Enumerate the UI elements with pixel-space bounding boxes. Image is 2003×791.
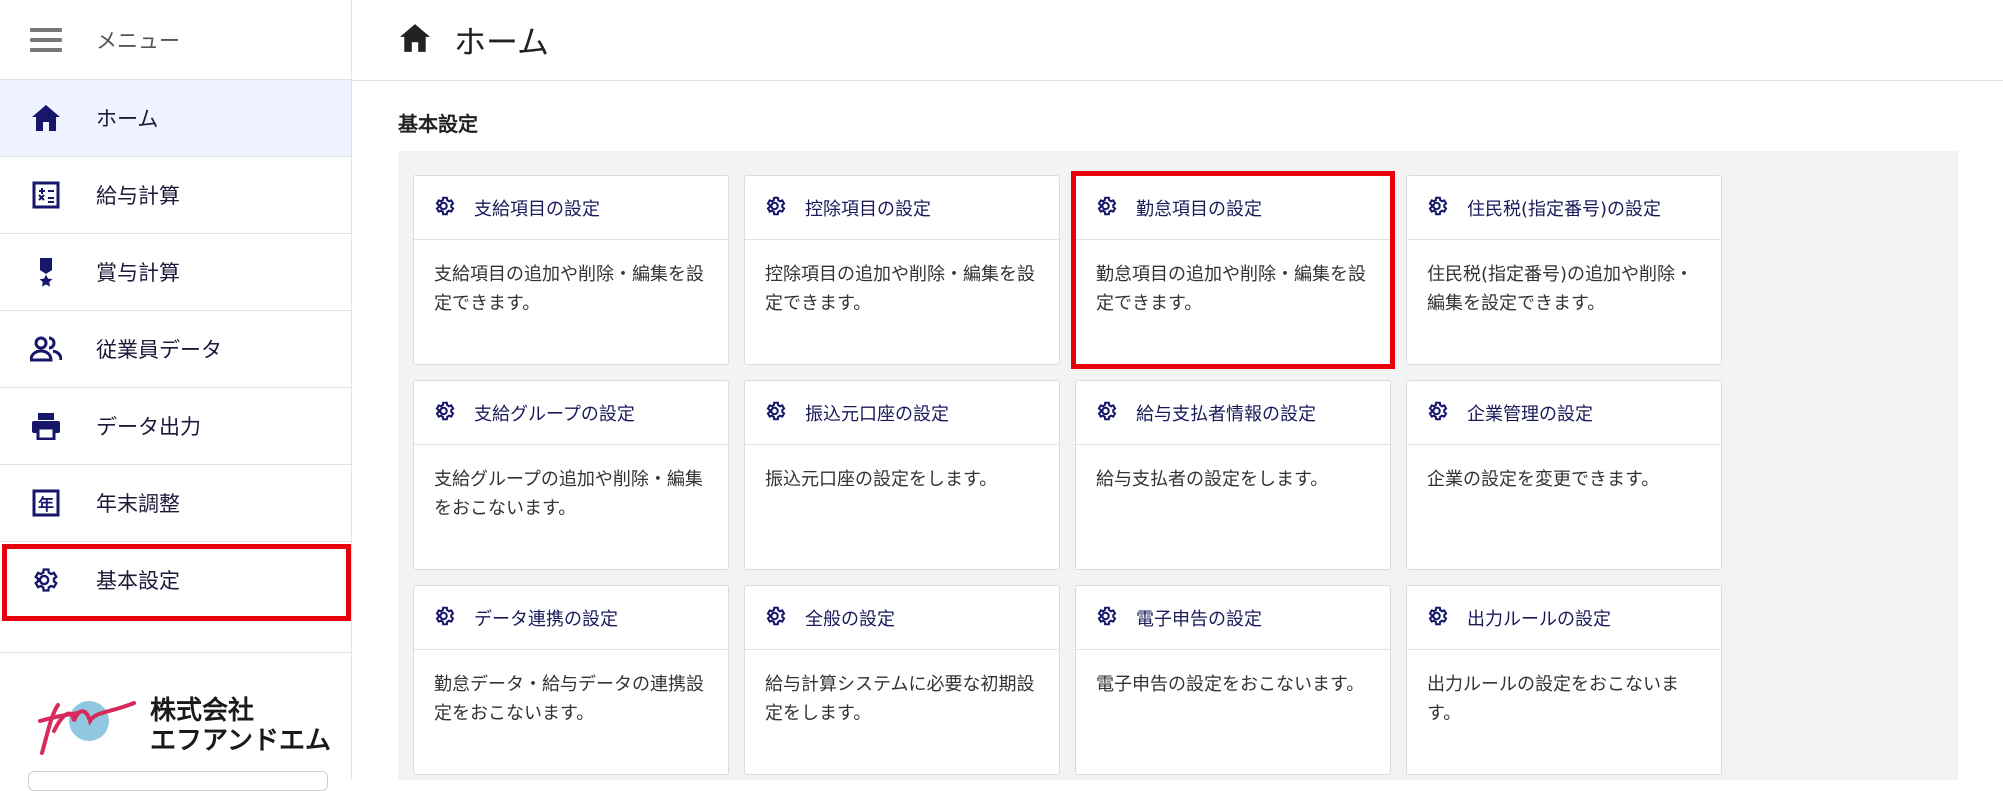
menu-toggle[interactable]: メニュー: [0, 0, 351, 80]
card-title: 支給項目の設定: [474, 198, 600, 220]
gear-icon: [765, 605, 787, 631]
medal-icon: [30, 256, 62, 288]
card-header: 振込元口座の設定: [745, 381, 1059, 445]
settings-card-resident-tax[interactable]: 住民税(指定番号)の設定住民税(指定番号)の追加や削除・編集を設定できます。: [1406, 175, 1722, 365]
settings-card-company-management[interactable]: 企業管理の設定企業の設定を変更できます。: [1406, 380, 1722, 570]
gear-icon: [1096, 195, 1118, 221]
settings-card-data-integration[interactable]: データ連携の設定勤怠データ・給与データの連携設定をおこないます。: [413, 585, 729, 775]
card-title: 出力ルールの設定: [1467, 608, 1611, 630]
company-name-line2: エフアンドエム: [150, 726, 331, 756]
settings-card-output-rule[interactable]: 出力ルールの設定出力ルールの設定をおこないます。: [1406, 585, 1722, 775]
home-icon: [398, 23, 432, 57]
sidebar-item-employees[interactable]: 従業員データ: [0, 311, 351, 388]
printer-icon: [30, 410, 62, 442]
card-title: 振込元口座の設定: [805, 403, 949, 425]
settings-card-attendance-items[interactable]: 勤怠項目の設定勤怠項目の追加や削除・編集を設定できます。: [1071, 171, 1395, 369]
gear-icon: [1427, 400, 1449, 426]
card-title: 勤怠項目の設定: [1136, 198, 1262, 220]
settings-card-deduction-items[interactable]: 控除項目の設定控除項目の追加や削除・編集を設定できます。: [744, 175, 1060, 365]
card-description: 支給項目の追加や削除・編集を設定できます。: [434, 264, 704, 314]
gear-icon: [434, 400, 456, 426]
company-logo-area: 株式会社 エフアンドエム: [0, 652, 351, 791]
sidebar: メニュー ホーム 給与計算 賞与計算 従業員データ データ出力 年 年末調整 基…: [0, 0, 352, 791]
gear-icon: [765, 400, 787, 426]
gear-icon: [30, 564, 62, 596]
gear-icon: [434, 605, 456, 631]
card-header: 全般の設定: [745, 586, 1059, 650]
company-logo: 株式会社 エフアンドエム: [34, 691, 351, 761]
sidebar-item-home[interactable]: ホーム: [0, 80, 351, 157]
card-description: 振込元口座の設定をします。: [765, 469, 998, 490]
card-title: 企業管理の設定: [1467, 403, 1593, 425]
card-header: 出力ルールの設定: [1407, 586, 1721, 650]
card-header: データ連携の設定: [414, 586, 728, 650]
people-icon: [30, 333, 62, 365]
gear-icon: [1096, 400, 1118, 426]
company-name-line1: 株式会社: [150, 696, 255, 726]
sidebar-item-payroll[interactable]: 給与計算: [0, 157, 351, 234]
card-title: データ連携の設定: [474, 608, 618, 630]
card-header: 給与支払者情報の設定: [1076, 381, 1390, 445]
card-header: 企業管理の設定: [1407, 381, 1721, 445]
sidebar-item-label: 年末調整: [96, 492, 180, 516]
home-icon: [30, 102, 62, 134]
gear-icon: [434, 195, 456, 221]
card-header: 控除項目の設定: [745, 176, 1059, 240]
settings-card-payer-info[interactable]: 給与支払者情報の設定給与支払者の設定をします。: [1075, 380, 1391, 570]
sidebar-item-bonus[interactable]: 賞与計算: [0, 234, 351, 311]
page-header: ホーム: [352, 0, 2003, 81]
settings-card-transfer-account[interactable]: 振込元口座の設定振込元口座の設定をします。: [744, 380, 1060, 570]
card-description: 勤怠項目の追加や削除・編集を設定できます。: [1096, 264, 1366, 314]
sidebar-item-data-output[interactable]: データ出力: [0, 388, 351, 465]
gear-icon: [765, 195, 787, 221]
gear-icon: [1427, 605, 1449, 631]
card-title: 住民税(指定番号)の設定: [1467, 198, 1662, 220]
card-description: 住民税(指定番号)の追加や削除・編集を設定できます。: [1427, 264, 1694, 314]
hamburger-icon[interactable]: [30, 27, 62, 52]
card-header: 支給項目の設定: [414, 176, 728, 240]
card-header: 住民税(指定番号)の設定: [1407, 176, 1721, 240]
card-title: 給与支払者情報の設定: [1136, 403, 1316, 425]
card-description: 給与支払者の設定をします。: [1096, 469, 1329, 490]
card-description: 電子申告の設定をおこないます。: [1096, 674, 1365, 695]
sidebar-item-label: 賞与計算: [96, 261, 180, 285]
sidebar-item-label: 基本設定: [96, 569, 180, 593]
year-calendar-icon: 年: [30, 487, 62, 519]
sidebar-item-year-end[interactable]: 年 年末調整: [0, 465, 351, 542]
card-description: 給与計算システムに必要な初期設定をします。: [765, 674, 1035, 724]
card-description: 出力ルールの設定をおこないます。: [1427, 674, 1679, 724]
fm-logo-mark: [38, 701, 136, 755]
sidebar-item-label: ホーム: [96, 107, 159, 131]
sidebar-item-label: 従業員データ: [96, 338, 222, 362]
sidebar-item-label: データ出力: [96, 415, 201, 439]
settings-card-general[interactable]: 全般の設定給与計算システムに必要な初期設定をします。: [744, 585, 1060, 775]
gear-icon: [1427, 195, 1449, 221]
section-title: 基本設定: [398, 112, 478, 136]
menu-label: メニュー: [96, 28, 180, 53]
gear-icon: [1096, 605, 1118, 631]
settings-card-payment-group[interactable]: 支給グループの設定支給グループの追加や削除・編集をおこないます。: [413, 380, 729, 570]
card-title: 全般の設定: [805, 608, 895, 630]
card-description: 企業の設定を変更できます。: [1427, 469, 1660, 490]
card-description: 控除項目の追加や削除・編集を設定できます。: [765, 264, 1035, 314]
card-title: 控除項目の設定: [805, 198, 931, 220]
page-title: ホーム: [454, 23, 550, 61]
settings-card-payment-items[interactable]: 支給項目の設定支給項目の追加や削除・編集を設定できます。: [413, 175, 729, 365]
card-title: 支給グループの設定: [474, 403, 635, 425]
card-header: 支給グループの設定: [414, 381, 728, 445]
card-description: 勤怠データ・給与データの連携設定をおこないます。: [434, 674, 704, 724]
calculator-icon: [30, 179, 62, 211]
svg-text:年: 年: [38, 495, 54, 514]
card-header: 勤怠項目の設定: [1076, 176, 1390, 240]
settings-card-e-filing[interactable]: 電子申告の設定電子申告の設定をおこないます。: [1075, 585, 1391, 775]
sidebar-item-basic-settings[interactable]: 基本設定: [0, 542, 351, 621]
card-title: 電子申告の設定: [1136, 608, 1262, 630]
card-header: 電子申告の設定: [1076, 586, 1390, 650]
card-description: 支給グループの追加や削除・編集をおこないます。: [434, 469, 703, 519]
sidebar-item-label: 給与計算: [96, 184, 180, 208]
sidebar-footer-box: [28, 771, 328, 791]
